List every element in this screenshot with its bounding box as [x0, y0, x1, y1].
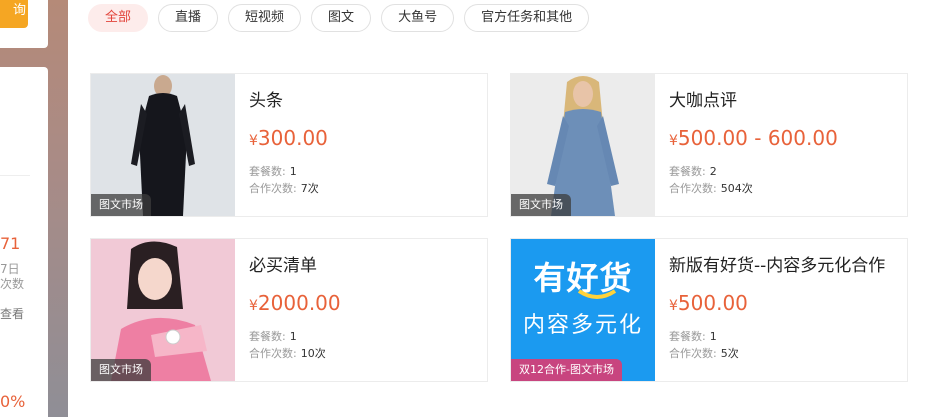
- coops-value: 10次: [300, 347, 326, 360]
- card-packages: 套餐数: 1: [249, 163, 297, 179]
- packages-value: 2: [709, 165, 717, 178]
- service-card[interactable]: 图文市场 大咖点评 ¥500.00 - 600.00 套餐数: 2 合作次数: 50…: [510, 73, 908, 217]
- coops-value: 7次: [300, 182, 319, 195]
- card-coops: 合作次数: 7次: [249, 180, 319, 196]
- main-content: 全部 直播 短视频 图文 大鱼号 官方任务和其他 图文市场 头条 ¥300.00…: [70, 0, 947, 417]
- service-card[interactable]: 图文市场 必买清单 ¥2000.00 套餐数: 1 合作次数: 10次: [90, 238, 488, 382]
- tab-short-video[interactable]: 短视频: [228, 4, 302, 32]
- packages-label: 套餐数:: [249, 165, 286, 178]
- card-title[interactable]: 必买清单: [249, 251, 479, 276]
- service-card[interactable]: 图文市场 头条 ¥300.00 套餐数: 1 合作次数: 7次: [90, 73, 488, 217]
- coops-value: 504次: [720, 182, 753, 195]
- card-price: ¥500.00: [669, 291, 748, 315]
- tab-official-tasks[interactable]: 官方任务和其他: [464, 4, 590, 32]
- card-title[interactable]: 新版有好货--内容多元化合作: [669, 251, 899, 276]
- packages-label: 套餐数:: [249, 330, 286, 343]
- card-coops: 合作次数: 504次: [669, 180, 753, 196]
- price-value: 500.00: [677, 291, 748, 315]
- card-badge: 图文市场: [91, 194, 151, 216]
- tab-image-text[interactable]: 图文: [311, 4, 372, 32]
- service-card[interactable]: 有好货 内容多元化 双12合作-图文市场 新版有好货--内容多元化合作 ¥500…: [510, 238, 908, 382]
- sidebar-divider: [0, 175, 30, 176]
- packages-label: 套餐数:: [669, 165, 706, 178]
- tab-dayu[interactable]: 大鱼号: [381, 4, 455, 32]
- tab-all[interactable]: 全部: [88, 4, 149, 32]
- category-tabs: 全部 直播 短视频 图文 大鱼号 官方任务和其他: [88, 4, 590, 32]
- card-badge: 双12合作-图文市场: [511, 359, 622, 381]
- packages-value: 1: [709, 330, 717, 343]
- coops-label: 合作次数:: [249, 347, 297, 360]
- card-title[interactable]: 头条: [249, 86, 479, 111]
- card-price: ¥300.00: [249, 126, 328, 150]
- packages-value: 1: [289, 165, 297, 178]
- card-thumbnail[interactable]: 图文市场: [91, 74, 235, 216]
- sidebar-stat-label-2: 次数: [0, 277, 25, 291]
- card-thumbnail[interactable]: 图文市场: [511, 74, 655, 216]
- packages-value: 1: [289, 330, 297, 343]
- card-packages: 套餐数: 1: [669, 328, 717, 344]
- packages-label: 套餐数:: [669, 330, 706, 343]
- card-title[interactable]: 大咖点评: [669, 86, 899, 111]
- card-coops: 合作次数: 10次: [249, 345, 326, 361]
- coops-label: 合作次数:: [669, 347, 717, 360]
- card-badge: 图文市场: [511, 194, 571, 216]
- logo-smile-mark: [577, 289, 617, 299]
- card-price: ¥500.00 - 600.00: [669, 126, 838, 150]
- sidebar-view-link[interactable]: 查看: [0, 305, 24, 322]
- currency-symbol: ¥: [249, 298, 258, 314]
- logo-text-sub: 内容多元化: [522, 313, 643, 338]
- card-price: ¥2000.00: [249, 291, 341, 315]
- currency-symbol: ¥: [669, 133, 678, 149]
- currency-symbol: ¥: [669, 298, 678, 314]
- sidebar-stat-value: 71: [0, 234, 21, 253]
- sidebar-query-button[interactable]: 询: [0, 0, 28, 28]
- card-badge: 图文市场: [91, 359, 151, 381]
- price-value: 300.00: [257, 126, 328, 150]
- card-packages: 套餐数: 1: [249, 328, 297, 344]
- sidebar-percent: 0%: [0, 392, 26, 411]
- tab-live[interactable]: 直播: [158, 4, 219, 32]
- card-packages: 套餐数: 2: [669, 163, 717, 179]
- card-coops: 合作次数: 5次: [669, 345, 739, 361]
- card-thumbnail[interactable]: 有好货 内容多元化 双12合作-图文市场: [511, 239, 655, 381]
- coops-label: 合作次数:: [249, 182, 297, 195]
- coops-value: 5次: [720, 347, 739, 360]
- price-value: 500.00 - 600.00: [677, 126, 838, 150]
- currency-symbol: ¥: [249, 133, 258, 149]
- card-thumbnail[interactable]: 图文市场: [91, 239, 235, 381]
- price-value: 2000.00: [257, 291, 341, 315]
- coops-label: 合作次数:: [669, 182, 717, 195]
- sidebar-stats-card: 71 7日 次数 查看 0%: [0, 67, 48, 417]
